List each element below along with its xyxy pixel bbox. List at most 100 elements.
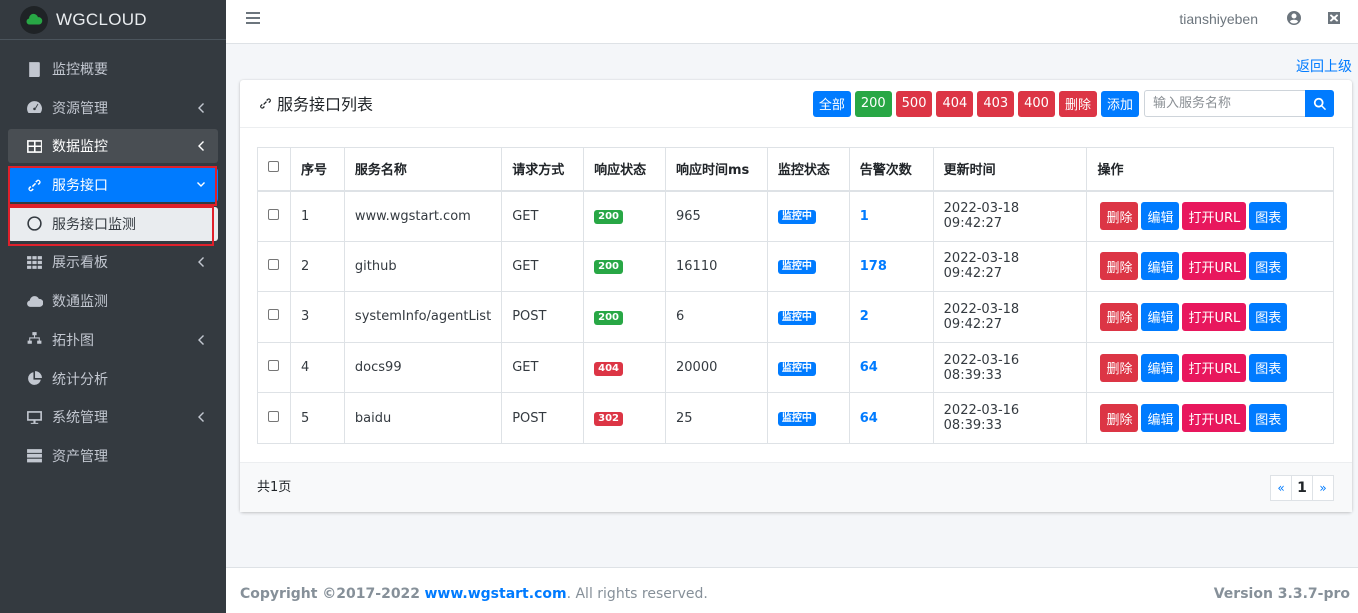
sidebar-item-label: 数通监测 xyxy=(52,294,108,311)
column-header[interactable]: 响应时间ms xyxy=(665,147,768,192)
filter-500-button[interactable]: 500 xyxy=(895,90,933,117)
sidebar-item-resources[interactable]: 资源管理 xyxy=(8,91,218,125)
site-link[interactable]: www.wgstart.com xyxy=(425,586,567,602)
row-open-url-button[interactable]: 打开URL xyxy=(1182,252,1247,281)
rights-text: . All rights reserved. xyxy=(566,586,708,602)
next-page-button[interactable]: » xyxy=(1312,475,1334,501)
row-chart-button[interactable]: 图表 xyxy=(1249,404,1288,433)
sidebar-item-data-monitor[interactable]: 数据监控 xyxy=(8,129,218,164)
back-link[interactable]: 返回上级 xyxy=(1296,56,1352,76)
sidebar-item-dashboard-board[interactable]: 展示看板 xyxy=(8,245,218,279)
link-icon xyxy=(260,97,271,109)
row-edit-button[interactable]: 编辑 xyxy=(1141,252,1180,281)
brand[interactable]: WGCLOUD xyxy=(0,0,226,40)
row-actions: 删除 编辑 打开URL 图表 xyxy=(1086,341,1334,394)
table-row: 4 docs99 GET 404 20000 监控中 64 2022-03-16… xyxy=(257,341,1334,394)
column-header[interactable]: 响应状态 xyxy=(583,147,667,192)
row-method: POST xyxy=(501,392,585,444)
user-name[interactable]: tianshiyeben xyxy=(1179,11,1258,27)
copyright-prefix: Copyright ©2017-2022 xyxy=(240,586,421,602)
sidebar-item-label: 资源管理 xyxy=(52,100,108,117)
row-delete-button[interactable]: 删除 xyxy=(1100,202,1139,231)
row-checkbox[interactable] xyxy=(268,258,279,270)
filter-404-button[interactable]: 404 xyxy=(936,90,974,117)
search-button[interactable] xyxy=(1305,90,1334,117)
row-checkbox[interactable] xyxy=(268,309,279,321)
column-header[interactable]: 序号 xyxy=(289,147,345,192)
sitemap-icon xyxy=(24,331,44,349)
menu-toggle-icon[interactable] xyxy=(246,12,260,26)
row-delete-button[interactable]: 删除 xyxy=(1100,353,1139,382)
server-icon xyxy=(24,447,44,465)
sidebar-item-topology[interactable]: 拓扑图 xyxy=(8,323,218,357)
row-open-url-button[interactable]: 打开URL xyxy=(1182,202,1247,231)
search-input[interactable] xyxy=(1144,90,1305,117)
status-badge: 302 xyxy=(594,412,623,427)
select-all-checkbox[interactable] xyxy=(268,161,279,173)
row-open-url-button[interactable]: 打开URL xyxy=(1182,353,1247,382)
row-open-url-button[interactable]: 打开URL xyxy=(1182,302,1247,331)
row-actions: 删除 编辑 打开URL 图表 xyxy=(1086,190,1334,242)
row-delete-button[interactable]: 删除 xyxy=(1100,302,1139,331)
service-api-card: 服务接口列表 全部 200 500 404 403 400 删除 添加 输入服务… xyxy=(240,80,1352,512)
row-chart-button[interactable]: 图表 xyxy=(1249,353,1288,382)
bulk-delete-button[interactable]: 删除 xyxy=(1058,90,1097,117)
column-header[interactable]: 告警次数 xyxy=(848,147,934,192)
row-chart-button[interactable]: 图表 xyxy=(1249,252,1288,281)
row-checkbox[interactable] xyxy=(268,360,279,372)
row-actions: 删除 编辑 打开URL 图表 xyxy=(1086,291,1334,343)
row-updated: 2022-03-18 09:42:27 xyxy=(932,190,1088,242)
user-circle-icon[interactable] xyxy=(1286,10,1302,26)
alarm-count-link[interactable]: 1 xyxy=(860,209,869,224)
prev-page-button[interactable]: « xyxy=(1270,475,1292,501)
alarm-count-link[interactable]: 178 xyxy=(860,259,887,274)
sidebar-item-overview[interactable]: 监控概要 xyxy=(8,52,218,86)
row-chart-button[interactable]: 图表 xyxy=(1249,302,1288,331)
status-badge: 200 xyxy=(594,310,623,325)
close-window-icon[interactable] xyxy=(1326,10,1342,26)
sidebar-item-datacom[interactable]: 数通监测 xyxy=(8,284,218,318)
column-header[interactable]: 更新时间 xyxy=(932,147,1088,192)
row-edit-button[interactable]: 编辑 xyxy=(1141,202,1180,231)
row-open-url-button[interactable]: 打开URL xyxy=(1182,404,1247,433)
sidebar-item-assets[interactable]: 资产管理 xyxy=(8,439,218,473)
row-updated: 2022-03-18 09:42:27 xyxy=(932,240,1088,293)
row-checkbox[interactable] xyxy=(268,208,279,220)
current-page[interactable]: 1 xyxy=(1291,475,1313,501)
filter-200-button[interactable]: 200 xyxy=(854,90,892,117)
version-label: Version xyxy=(1213,586,1273,602)
column-header[interactable]: 请求方式 xyxy=(501,147,585,192)
filter-all-button[interactable]: 全部 xyxy=(812,90,851,117)
filter-400-button[interactable]: 400 xyxy=(1018,90,1055,117)
row-updated: 2022-03-18 09:42:27 xyxy=(932,291,1088,343)
column-header[interactable]: 监控状态 xyxy=(766,147,850,192)
pie-chart-icon xyxy=(24,370,44,388)
row-checkbox[interactable] xyxy=(268,410,279,422)
row-updated: 2022-03-16 08:39:33 xyxy=(932,341,1088,394)
select-all-cell xyxy=(257,147,291,192)
chevron-left-icon xyxy=(196,101,206,115)
cloud-icon xyxy=(24,292,44,310)
row-name: baidu xyxy=(343,392,503,444)
row-edit-button[interactable]: 编辑 xyxy=(1141,404,1180,433)
alarm-count-link[interactable]: 64 xyxy=(860,360,878,375)
search-group xyxy=(1144,90,1334,117)
sidebar-item-system[interactable]: 系统管理 xyxy=(8,400,218,434)
row-time: 965 xyxy=(665,190,768,242)
row-delete-button[interactable]: 删除 xyxy=(1100,252,1139,281)
row-chart-button[interactable]: 图表 xyxy=(1249,202,1288,231)
sidebar-item-statistics[interactable]: 统计分析 xyxy=(8,362,218,396)
card-footer: 共1页 « 1 » xyxy=(240,462,1352,512)
sidebar-item-label: 系统管理 xyxy=(52,410,108,427)
row-method: POST xyxy=(501,291,585,343)
alarm-count-link[interactable]: 64 xyxy=(860,411,878,426)
filter-403-button[interactable]: 403 xyxy=(977,90,1015,117)
table-row: 5 baidu POST 302 25 监控中 64 2022-03-16 08… xyxy=(257,392,1334,444)
row-delete-button[interactable]: 删除 xyxy=(1100,404,1139,433)
row-edit-button[interactable]: 编辑 xyxy=(1141,302,1180,331)
alarm-count-link[interactable]: 2 xyxy=(860,309,869,324)
service-table: 序号 服务名称 请求方式 响应状态 响应时间ms 监控状态 告警次数 更新时间 … xyxy=(257,147,1334,444)
row-edit-button[interactable]: 编辑 xyxy=(1141,353,1180,382)
add-button[interactable]: 添加 xyxy=(1100,90,1139,117)
column-header[interactable]: 服务名称 xyxy=(343,147,503,192)
